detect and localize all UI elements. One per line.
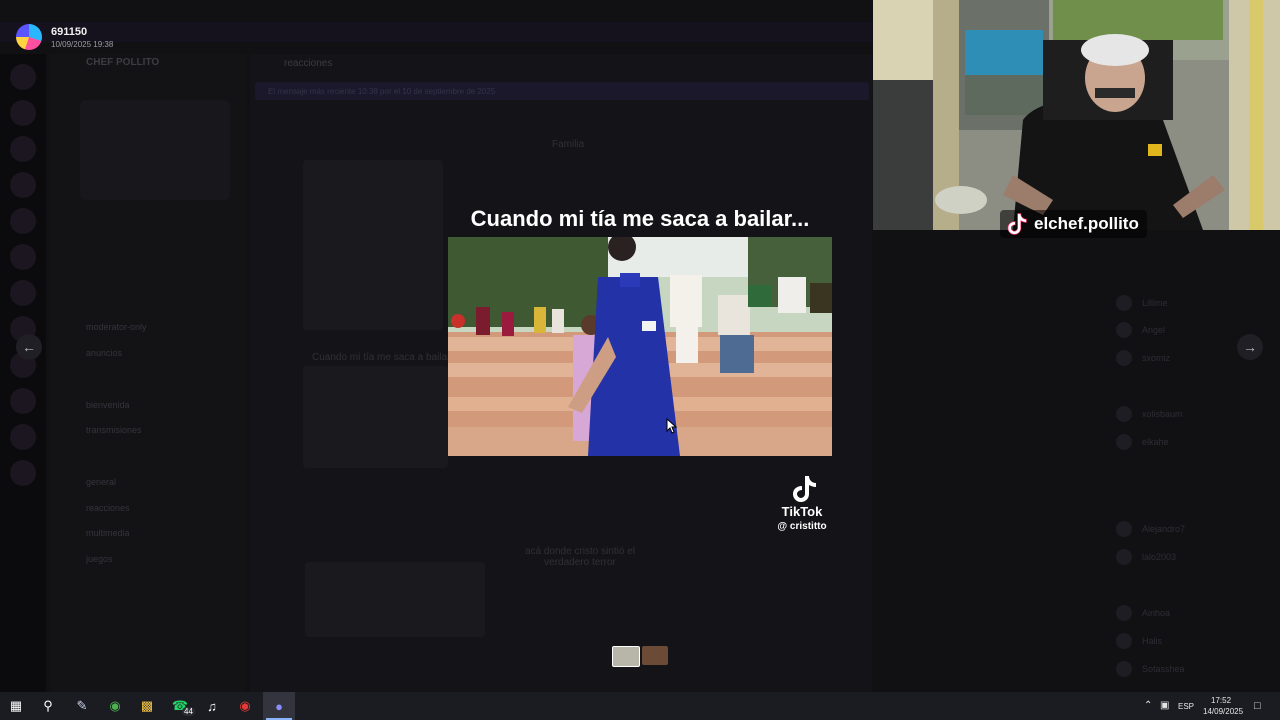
channel-item: general [86,477,117,487]
channel-item: juegos [86,554,113,564]
server-icon [10,388,36,414]
channel-title: reacciones [284,58,333,69]
tiktok-handle: @ cristitto [777,521,827,532]
chrome-icon[interactable]: ◉ [106,697,124,715]
top-banner [0,22,872,42]
channel-item: multimedia [86,528,130,538]
post-timestamp: 10/09/2025 19:38 [51,40,114,49]
embed-label: Familia [552,139,585,150]
member-name: Ainhoa [1142,608,1171,618]
windows-start-icon[interactable]: ▦ [7,697,25,715]
notifications-icon[interactable]: □ [1254,700,1261,712]
member-name: Alejandro7 [1142,524,1186,534]
member-avatar [1116,434,1132,450]
member-avatar [1116,322,1132,338]
video-frame-image [448,237,832,456]
mouse-cursor-icon [666,418,678,434]
ghost-message: acá donde cristo sintió el verdadero ter… [524,546,636,568]
clock-date[interactable]: 14/09/2025 [1203,707,1243,716]
arrow-left-icon: ← [22,339,36,355]
tray-expand-icon[interactable]: ⌃ [1144,700,1152,711]
member-name: Angel [1142,325,1166,335]
discord-app-icon[interactable]: ● [270,697,288,715]
next-media-button[interactable]: → [1237,334,1263,360]
member-avatar [1116,406,1132,422]
webcam-overlay [873,0,1280,230]
member-avatar [1116,633,1132,649]
tiktok-icon [1007,213,1027,235]
member-avatar [1116,661,1132,677]
channel-item: anuncios [86,348,123,358]
server-icon [10,244,36,270]
member-name: xolisbaum [1142,409,1183,419]
streamer-tiktok-badge: elchef.pollito [1000,210,1147,238]
ghost-image [305,562,485,637]
channel-item: transmisiones [86,425,142,435]
ghost-video-thumb [303,366,448,468]
member-name: Halis [1142,636,1163,646]
channel-item: reacciones [86,503,130,513]
server-banner [80,100,230,200]
video-player[interactable] [448,237,832,456]
ghost-video-thumb [303,160,443,330]
server-icon [10,280,36,306]
server-icon [10,172,36,198]
file-explorer-icon[interactable]: ▩ [138,697,156,715]
unread-notice-text: El mensaje más reciente 10:38 por el 10 … [268,87,496,96]
video-caption: Cuando mi tía me saca a bailar... [470,206,810,231]
recording-app-icon[interactable]: ◉ [236,697,254,715]
member-avatar [1116,605,1132,621]
member-name: Lillime [1142,298,1168,308]
server-name: CHEF POLLITO [86,57,160,68]
network-icon[interactable]: ▣ [1160,700,1169,711]
poster-avatar[interactable] [16,24,42,50]
server-icon [10,64,36,90]
server-icon [10,460,36,486]
tiktok-watermark-label: TikTok [781,504,823,519]
channel-item: moderator-only [86,322,147,332]
arrow-right-icon: → [1243,339,1257,355]
ghost-caption: Cuando mi tía me saca a bailar... [312,352,459,363]
media-thumbnail[interactable] [612,646,640,667]
channel-item: bienvenida [86,400,130,410]
whatsapp-notification-badge: 44 [182,707,195,716]
member-name: lalo2003 [1142,552,1177,562]
tiktok-app-icon[interactable]: ♫ [203,697,221,715]
member-avatar [1116,350,1132,366]
search-icon[interactable]: ⚲ [39,697,57,715]
member-avatar [1116,549,1132,565]
server-icon [10,208,36,234]
member-name: elkahe [1142,437,1169,447]
tiktok-icon [793,476,816,502]
server-icon [10,100,36,126]
member-avatar [1116,295,1132,311]
member-name: Sotasshea [1142,664,1185,674]
member-avatar [1116,521,1132,537]
server-icon [10,424,36,450]
webcam-feed [873,0,1280,230]
previous-media-button[interactable]: ← [16,334,42,360]
clock-time[interactable]: 17:52 [1211,696,1231,705]
streamer-handle: elchef.pollito [1034,214,1139,233]
poster-name[interactable]: 691150 [51,26,87,38]
server-icon [10,136,36,162]
pen-app-icon[interactable]: ✎ [73,697,91,715]
media-thumbnail[interactable] [642,646,668,665]
member-list [1100,250,1280,690]
server-rail [0,54,46,692]
member-name: sxomiz [1142,353,1171,363]
input-language[interactable]: ESP [1178,702,1194,711]
